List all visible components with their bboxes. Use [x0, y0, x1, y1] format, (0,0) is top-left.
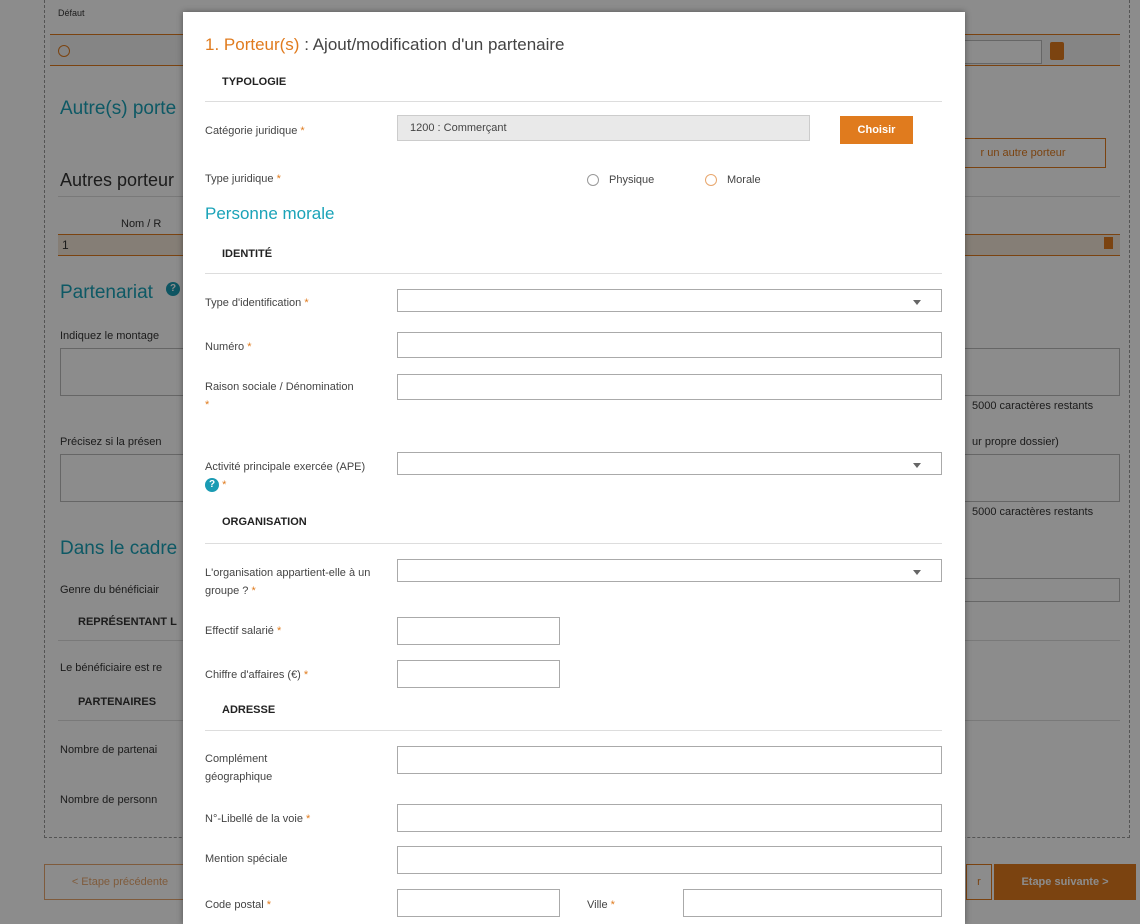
- help-icon[interactable]: ?: [205, 478, 219, 493]
- chiffre-input[interactable]: [397, 660, 560, 688]
- label-raison-sociale: Raison sociale / Dénomination *: [205, 381, 354, 411]
- modal-title-number: 1. Porteur(s): [205, 35, 300, 54]
- label-numero: Numéro *: [205, 341, 252, 353]
- groupe-select[interactable]: [397, 559, 942, 582]
- voie-input[interactable]: [397, 804, 942, 832]
- label-effectif: Effectif salarié *: [205, 625, 282, 637]
- choisir-button[interactable]: Choisir: [840, 116, 913, 144]
- label-code-postal: Code postal *: [205, 899, 272, 911]
- categorie-input: 1200 : Commerçant: [397, 115, 810, 141]
- label-voie: N°-Libellé de la voie *: [205, 813, 311, 825]
- label-categorie: Catégorie juridique *: [205, 125, 305, 137]
- label-mention: Mention spéciale: [205, 853, 288, 865]
- divider: [205, 273, 942, 274]
- radio-icon[interactable]: [587, 174, 599, 186]
- code-postal-input[interactable]: [397, 889, 560, 917]
- divider: [205, 101, 942, 102]
- effectif-input[interactable]: [397, 617, 560, 645]
- radio-morale[interactable]: Morale: [705, 174, 761, 186]
- raison-sociale-input[interactable]: [397, 374, 942, 400]
- radio-physique[interactable]: Physique: [587, 174, 654, 186]
- type-identification-select[interactable]: [397, 289, 942, 312]
- divider: [205, 543, 942, 544]
- label-complement: Complément géographique: [205, 753, 273, 783]
- label-chiffre: Chiffre d'affaires (€) *: [205, 669, 309, 681]
- label-type-juridique: Type juridique *: [205, 173, 281, 185]
- ville-input[interactable]: [683, 889, 942, 917]
- mention-input[interactable]: [397, 846, 942, 874]
- partner-modal: 1. Porteur(s) : Ajout/modification d'un …: [183, 12, 965, 924]
- radio-icon[interactable]: [705, 174, 717, 186]
- label-type-identification: Type d'identification *: [205, 297, 309, 309]
- modal-title: 1. Porteur(s) : Ajout/modification d'un …: [205, 35, 565, 55]
- label-groupe: L'organisation appartient-elle à un grou…: [205, 567, 371, 597]
- label-activite: Activité principale exercée (APE) ? *: [205, 461, 366, 493]
- divider: [205, 730, 942, 731]
- complement-input[interactable]: [397, 746, 942, 774]
- subheading-personne-morale: Personne morale: [205, 204, 335, 223]
- modal-title-text: : Ajout/modification d'un partenaire: [299, 35, 565, 54]
- label-ville: Ville *: [587, 899, 615, 911]
- section-organisation: ORGANISATION: [222, 516, 307, 528]
- activite-select[interactable]: [397, 452, 942, 475]
- section-adresse: ADRESSE: [222, 704, 276, 716]
- section-identite: IDENTITÉ: [222, 248, 273, 260]
- section-typologie: TYPOLOGIE: [222, 76, 287, 88]
- numero-input[interactable]: [397, 332, 942, 358]
